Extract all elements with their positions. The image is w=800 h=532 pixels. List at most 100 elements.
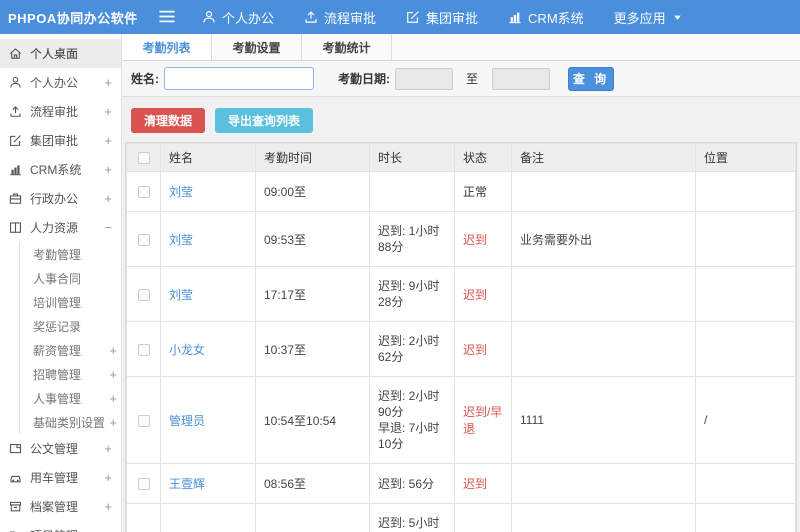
column-header-0: 姓名 [160, 143, 256, 172]
name-input[interactable] [164, 67, 314, 90]
sidebar-item-11[interactable]: 薪资管理 + [19, 338, 121, 362]
employee-name-link[interactable]: 管理员 [169, 414, 205, 428]
tab-0[interactable]: 考勤列表 [122, 34, 212, 60]
employee-name-link[interactable]: 王壹辉 [169, 477, 205, 491]
sidebar-item-label: 流程审批 [30, 105, 79, 119]
attendance-table-wrap: 姓名 考勤时间 时长 状态 备注 位置 刘莹 09:00至 正常 刘莹 09:53至 迟到: 1小时… [125, 142, 797, 532]
tab-1[interactable]: 考勤设置 [212, 34, 302, 60]
expand-plus-icon[interactable]: + [104, 500, 112, 513]
expand-plus-icon[interactable]: + [104, 163, 112, 176]
sidebar-item-14[interactable]: 基础类别设置 + [19, 410, 121, 434]
location-cell [695, 321, 796, 377]
sidebar: 个人桌面 个人办公 + 流程审批 + 集团审批 + CRM系统 + 行政办公 + 人力资源 − 考勤管理人… [0, 34, 122, 532]
employee-name-link[interactable]: 刘莹 [169, 233, 193, 247]
sidebar-item-5[interactable]: 行政办公 + [0, 184, 121, 213]
row-checkbox-cell [126, 376, 161, 464]
expand-plus-icon[interactable]: + [104, 442, 112, 455]
employee-name-link[interactable]: 刘莹 [169, 185, 193, 199]
sidebar-item-17[interactable]: 档案管理 + [0, 492, 121, 521]
topnav-item-1[interactable]: 流程审批 [304, 8, 376, 27]
duration-cell: 迟到: 5小时33分早退: 4小时67分 [369, 503, 455, 532]
row-checkbox[interactable] [137, 478, 150, 491]
briefcase-icon [9, 192, 23, 206]
location-cell: / [695, 376, 796, 464]
sidebar-item-6[interactable]: 人力资源 − [0, 213, 121, 242]
name-cell: 刘莹 [160, 171, 256, 212]
tab-2[interactable]: 考勤统计 [302, 34, 392, 60]
sidebar-item-1[interactable]: 个人办公 + [0, 68, 121, 97]
sidebar-item-3[interactable]: 集团审批 + [0, 126, 121, 155]
clean-data-button[interactable]: 清理数据 [131, 108, 206, 133]
note-cell: 1111 [511, 376, 696, 464]
topnav-item-label: 个人办公 [222, 10, 275, 26]
sidebar-item-12[interactable]: 招聘管理 + [19, 362, 121, 386]
expand-plus-icon[interactable]: + [104, 105, 112, 118]
table-row: 管理员 10:54至10:54 迟到: 2小时90分 早退: 7小时10分 迟到/早退 1… [126, 376, 796, 464]
sidebar-item-label: 人事管理 [33, 391, 82, 406]
sidebar-item-0[interactable]: 个人桌面 [0, 39, 121, 68]
expand-plus-icon[interactable]: + [104, 76, 112, 89]
row-checkbox-cell [126, 463, 161, 504]
duration-line: 迟到: 9小时28分 [378, 279, 440, 309]
row-checkbox-cell [126, 266, 161, 322]
sidebar-item-9[interactable]: 培训管理 [19, 290, 121, 314]
topnav-item-4[interactable]: 更多应用 [614, 8, 683, 27]
name-cell: 小龙女 [160, 321, 256, 377]
sidebar-item-7[interactable]: 考勤管理 [19, 242, 121, 266]
sidebar-item-label: 考勤管理 [33, 247, 82, 262]
expand-plus-icon[interactable]: + [109, 368, 117, 381]
collapse-minus-icon[interactable]: − [104, 221, 112, 234]
action-buttons: 清理数据 导出查询列表 [122, 97, 800, 142]
expand-plus-icon[interactable]: + [109, 392, 117, 405]
employee-name-link[interactable]: 刘莹 [169, 288, 193, 302]
home-icon [9, 47, 23, 61]
status-cell: 迟到 [454, 463, 512, 504]
status-cell: 迟到 [454, 211, 512, 267]
row-checkbox[interactable] [137, 186, 150, 199]
doc-icon [9, 442, 23, 456]
topnav-item-3[interactable]: CRM系统 [508, 8, 584, 27]
attendance-time-cell: 10:54至10:54 [255, 376, 370, 464]
expand-plus-icon[interactable]: + [104, 134, 112, 147]
hamburger-menu-icon[interactable] [158, 10, 178, 24]
expand-plus-icon[interactable]: + [109, 416, 117, 429]
topnav-item-0[interactable]: 个人办公 [202, 8, 274, 27]
sidebar-item-label: 用车管理 [30, 471, 79, 485]
date-from-input[interactable] [395, 67, 453, 90]
column-header-4: 备注 [511, 143, 696, 172]
select-all-checkbox[interactable] [137, 152, 150, 165]
row-checkbox[interactable] [137, 414, 150, 427]
row-checkbox[interactable] [137, 288, 150, 301]
expand-plus-icon[interactable]: + [104, 471, 112, 484]
row-checkbox[interactable] [137, 233, 150, 246]
row-checkbox[interactable] [137, 343, 150, 356]
sidebar-item-15[interactable]: 公文管理 + [0, 434, 121, 463]
date-to-input[interactable] [492, 67, 551, 90]
sidebar-item-18[interactable]: 项目管理+ [0, 521, 121, 532]
sidebar-item-8[interactable]: 人事合同 [19, 266, 121, 290]
sidebar-item-label: 项目管理 [30, 527, 104, 532]
table-row: 王壹辉 08:56至 迟到: 56分 迟到 [126, 463, 796, 504]
table-row: 小龙女 10:37至 迟到: 2小时62分 迟到 [126, 321, 796, 377]
export-query-list-button[interactable]: 导出查询列表 [215, 108, 314, 133]
expand-plus-icon[interactable]: + [109, 344, 117, 357]
sidebar-item-16[interactable]: 用车管理 + [0, 463, 121, 492]
note-cell [511, 171, 696, 212]
sidebar-item-label: 招聘管理 [33, 367, 82, 382]
folder-icon [9, 529, 23, 532]
attendance-time-cell: 17:17至 [255, 266, 370, 322]
query-button[interactable]: 查 询 [568, 66, 615, 91]
note-cell [511, 503, 696, 532]
employee-name-link[interactable]: 小龙女 [169, 343, 205, 357]
main-content: 考勤列表 考勤设置 考勤统计 姓名: 考勤日期: 至 查 询 清理数据 导出查询列表… [122, 34, 800, 532]
sidebar-item-13[interactable]: 人事管理 + [19, 386, 121, 410]
duration-line: 迟到: 2小时90分 [378, 389, 440, 419]
sidebar-item-2[interactable]: 流程审批 + [0, 97, 121, 126]
sidebar-item-4[interactable]: CRM系统 + [0, 155, 121, 184]
app-logo[interactable]: PHPOA协同办公软件 [0, 8, 158, 27]
attendance-table: 姓名 考勤时间 时长 状态 备注 位置 刘莹 09:00至 正常 刘莹 09:53至 迟到: 1小时… [126, 143, 796, 532]
duration-cell: 迟到: 56分 [369, 463, 455, 504]
sidebar-item-10[interactable]: 奖惩记录 [19, 314, 121, 338]
expand-plus-icon[interactable]: + [104, 192, 112, 205]
topnav-item-2[interactable]: 集团审批 [406, 8, 478, 27]
